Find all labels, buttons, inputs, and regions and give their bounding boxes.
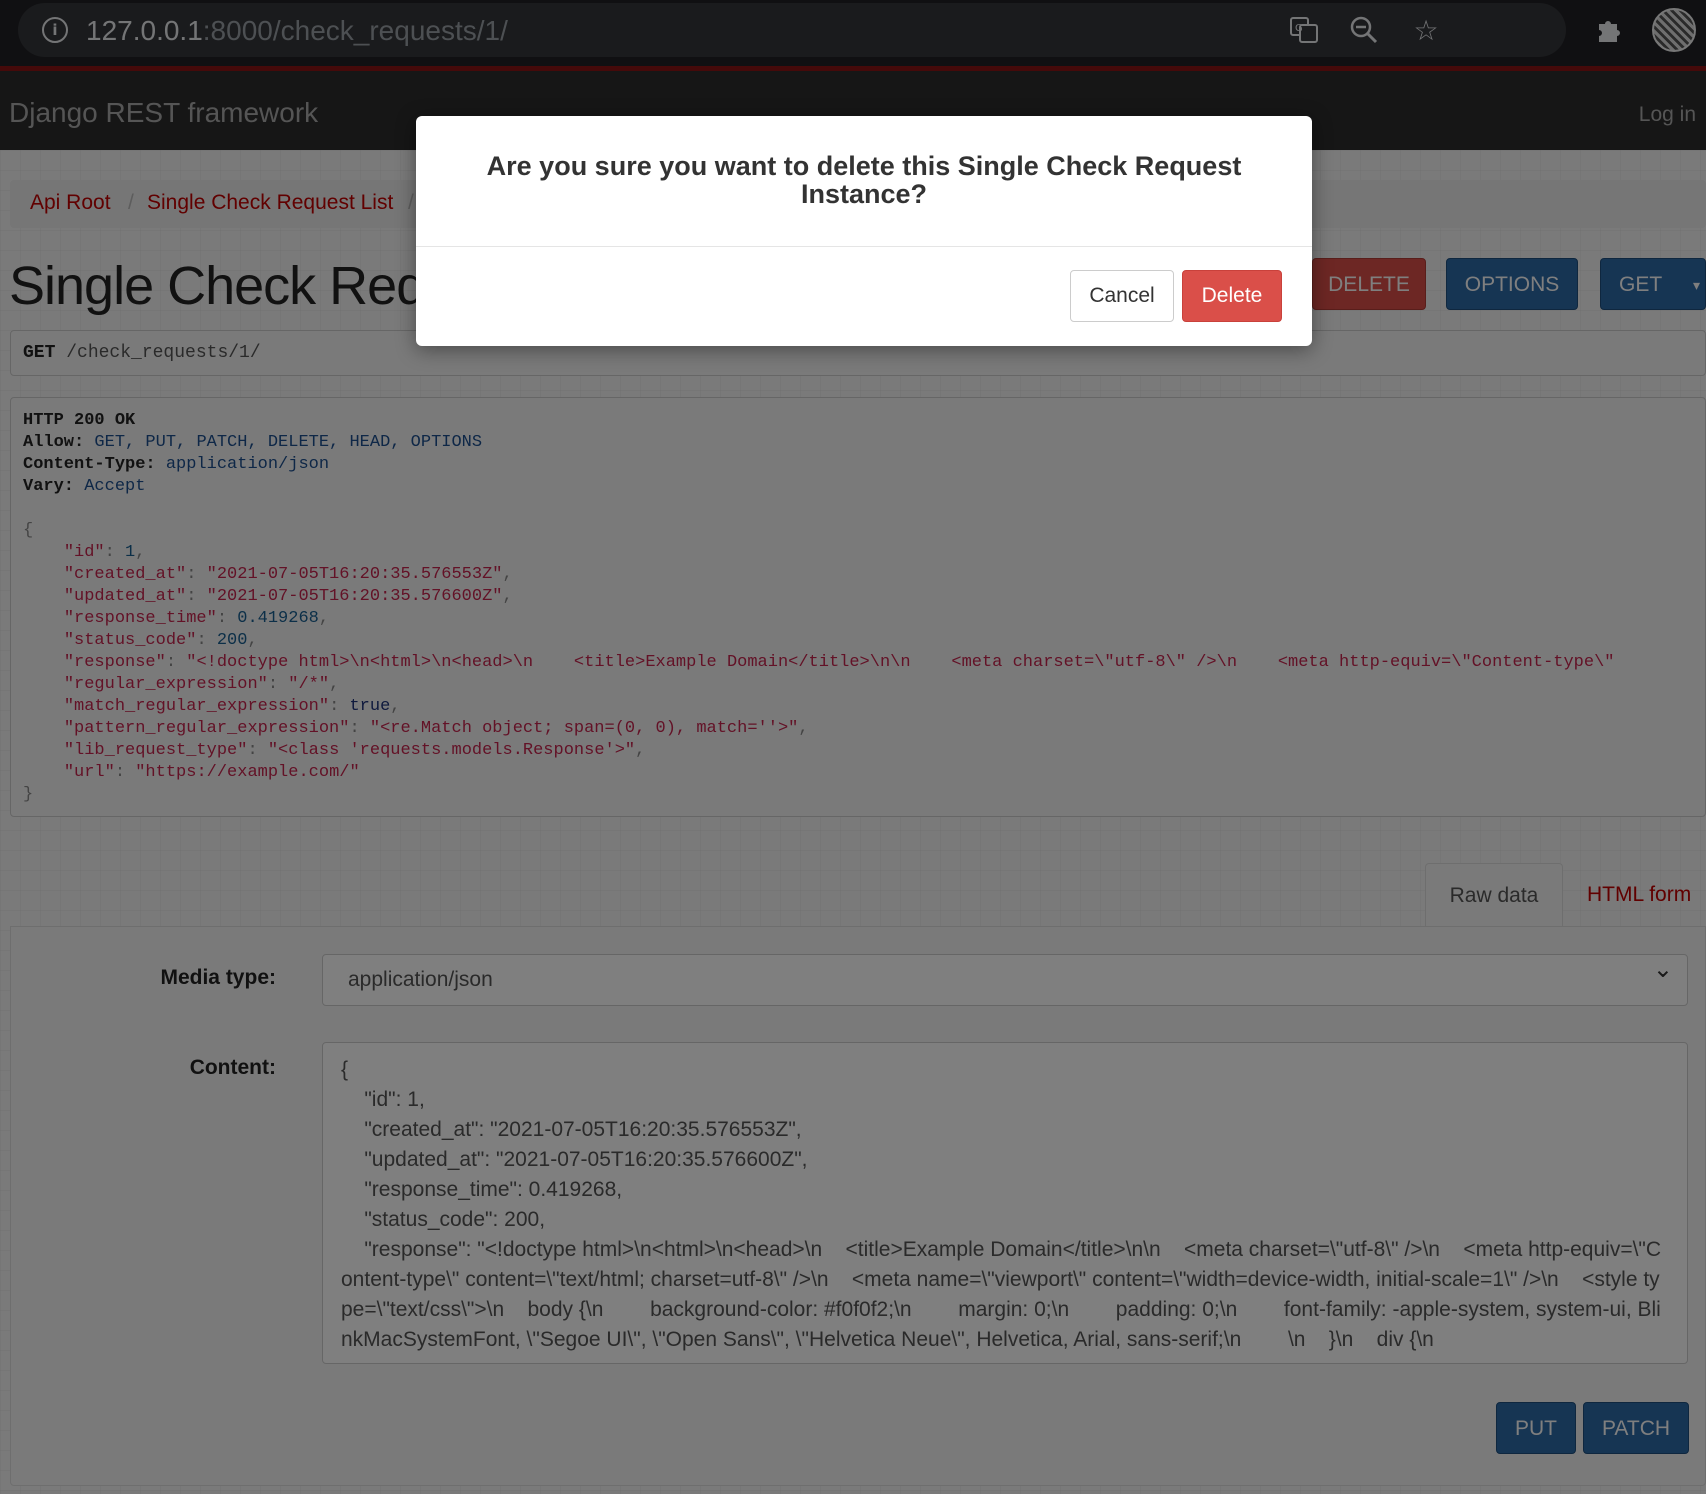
cancel-button[interactable]: Cancel	[1070, 270, 1174, 322]
delete-confirm-modal: Are you sure you want to delete this Sin…	[416, 116, 1312, 346]
modal-divider	[416, 246, 1312, 247]
confirm-delete-button[interactable]: Delete	[1182, 270, 1282, 322]
modal-title: Are you sure you want to delete this Sin…	[486, 151, 1242, 209]
